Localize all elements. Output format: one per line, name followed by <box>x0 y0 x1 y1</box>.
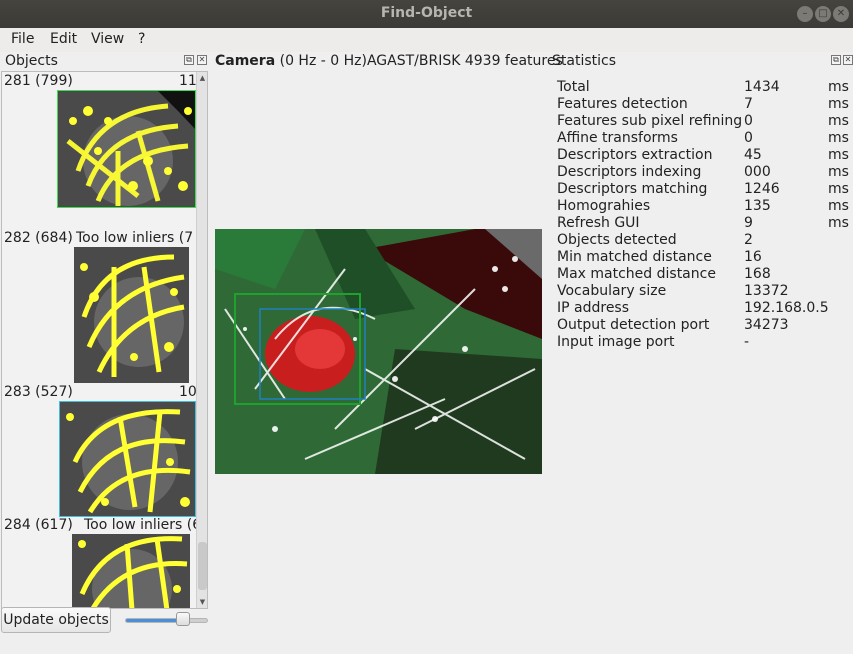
window-title: Find-Object <box>380 5 473 21</box>
stat-value: 45 <box>744 147 762 163</box>
stat-unit: ms <box>828 113 849 129</box>
stat-name: Refresh GUI <box>557 215 640 231</box>
stat-value: 16 <box>744 249 762 265</box>
stat-unit: ms <box>828 164 849 180</box>
stat-value: 168 <box>744 266 771 282</box>
menu-help[interactable]: ? <box>138 31 145 47</box>
camera-header: Camera (0 Hz - 0 Hz)AGAST/BRISK 4939 fea… <box>215 53 563 69</box>
object-label: 284 (617) <box>4 517 73 533</box>
stat-name: Objects detected <box>557 232 677 248</box>
stat-name: Homograhies <box>557 198 651 214</box>
scroll-down-icon[interactable]: ▼ <box>197 596 207 608</box>
stat-value: 2 <box>744 232 753 248</box>
objects-dock: Objects ⧉ ✕ 281 (799) 11 282 (684) Too l… <box>1 52 209 609</box>
title-bar: Find-Object – □ ✕ <box>0 0 853 28</box>
scrollbar-thumb[interactable] <box>198 542 207 590</box>
stat-value: 34273 <box>744 317 789 333</box>
object-thumbnail[interactable] <box>59 401 196 517</box>
camera-info: (0 Hz - 0 Hz)AGAST/BRISK 4939 features <box>279 53 563 69</box>
object-feature-image <box>58 91 195 207</box>
object-thumbnail[interactable] <box>74 247 189 383</box>
scroll-up-icon[interactable]: ▲ <box>197 72 207 84</box>
stat-value: 1434 <box>744 79 780 95</box>
stat-unit: ms <box>828 130 849 146</box>
objects-dock-title: Objects <box>5 53 58 69</box>
slider-fill <box>126 619 183 622</box>
stat-value: 0 <box>744 130 753 146</box>
stat-unit: ms <box>828 96 849 112</box>
stat-name: Affine transforms <box>557 130 678 146</box>
minimize-icon[interactable]: – <box>797 6 813 22</box>
stat-name: Min matched distance <box>557 249 712 265</box>
stat-unit: ms <box>828 198 849 214</box>
camera-image <box>215 229 542 474</box>
camera-view[interactable] <box>215 229 542 474</box>
stat-value: 7 <box>744 96 753 112</box>
close-dock-icon[interactable]: ✕ <box>843 55 853 65</box>
stat-name: Input image port <box>557 334 675 350</box>
objects-scrollbar[interactable]: ▲ ▼ <box>196 72 207 608</box>
stat-value: 9 <box>744 215 753 231</box>
close-dock-icon[interactable]: ✕ <box>197 55 207 65</box>
object-feature-image <box>72 534 190 608</box>
menu-file[interactable]: File <box>11 31 34 47</box>
update-objects-button[interactable]: Update objects <box>1 607 111 633</box>
stat-value: - <box>744 334 750 350</box>
float-dock-icon[interactable]: ⧉ <box>831 55 841 65</box>
stat-value: 0 <box>744 113 753 129</box>
stat-name: Features sub pixel refining <box>557 113 743 129</box>
object-thumbnail[interactable] <box>72 534 190 608</box>
stat-name: Vocabulary size <box>557 283 667 299</box>
stat-name: Total <box>557 79 590 95</box>
object-status: Too low inliers (6 <box>84 517 202 533</box>
menu-view[interactable]: View <box>91 31 124 47</box>
maximize-icon[interactable]: □ <box>815 6 831 22</box>
stat-name: Features detection <box>557 96 688 112</box>
stat-name: Max matched distance <box>557 266 716 282</box>
objects-list[interactable]: 281 (799) 11 282 (684) Too low inliers (… <box>1 71 208 609</box>
object-feature-image <box>60 402 195 516</box>
stat-name: Descriptors indexing <box>557 164 702 180</box>
close-icon[interactable]: ✕ <box>833 6 849 22</box>
stat-value: 192.168.0.5 <box>744 300 829 316</box>
statistics-title: Statistics <box>552 53 616 69</box>
stat-value: 000 <box>744 164 771 180</box>
stat-value: 135 <box>744 198 771 214</box>
menu-edit[interactable]: Edit <box>50 31 77 47</box>
object-status: Too low inliers (7 <box>76 230 194 246</box>
camera-label: Camera <box>215 53 276 69</box>
stat-value: 1246 <box>744 181 780 197</box>
float-dock-icon[interactable]: ⧉ <box>184 55 194 65</box>
object-label: 282 (684) <box>4 230 73 246</box>
stat-unit: ms <box>828 181 849 197</box>
stat-name: Output detection port <box>557 317 710 333</box>
object-thumbnail[interactable] <box>57 90 196 208</box>
object-feature-image <box>74 247 189 383</box>
menu-bar: File Edit View ? <box>0 28 853 52</box>
stat-unit: ms <box>828 215 849 231</box>
object-status: 10 <box>179 384 197 400</box>
stat-name: Descriptors extraction <box>557 147 713 163</box>
stat-unit: ms <box>828 79 849 95</box>
stat-unit: ms <box>828 147 849 163</box>
threshold-slider[interactable] <box>125 618 208 623</box>
stat-value: 13372 <box>744 283 789 299</box>
slider-handle[interactable] <box>176 612 191 626</box>
object-label: 281 (799) <box>4 73 73 89</box>
object-status: 11 <box>179 73 197 89</box>
stat-name: IP address <box>557 300 630 316</box>
stat-name: Descriptors matching <box>557 181 708 197</box>
object-label: 283 (527) <box>4 384 73 400</box>
